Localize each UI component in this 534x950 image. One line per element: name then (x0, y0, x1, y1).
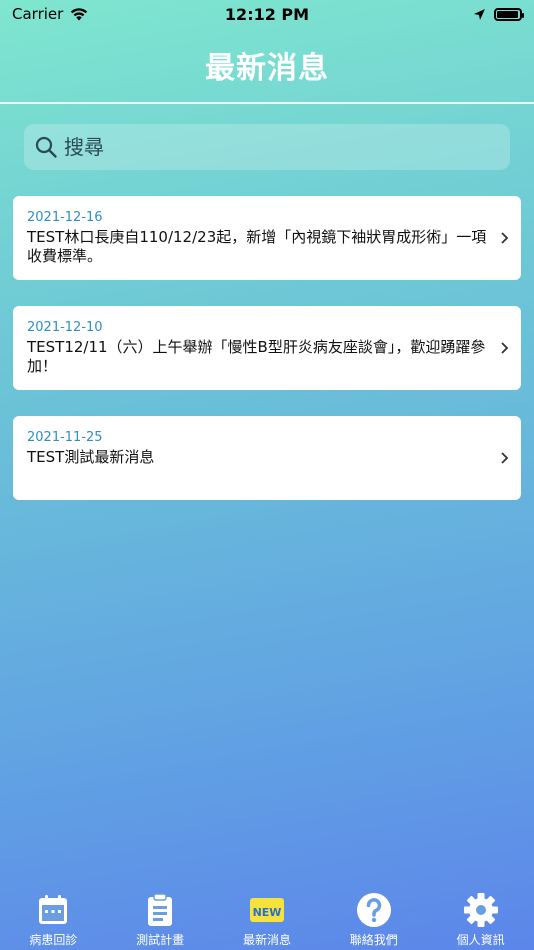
search-bar[interactable] (24, 124, 510, 170)
battery-icon (494, 7, 524, 21)
location-arrow-icon (474, 8, 485, 20)
chevron-right-icon (501, 342, 509, 354)
news-date: 2021-12-16 (27, 210, 103, 225)
tab-label: 測試計畫 (136, 933, 185, 947)
news-title: TEST12/11（六）上午舉辦「慢性B型肝炎病友座談會」，歡迎踴躍參加！ (27, 338, 486, 375)
news-date: 2021-12-10 (27, 320, 103, 335)
news-list: 2021-12-16 TEST林口長庚自110/12/23起，新增「內視鏡下袖狀… (13, 196, 521, 526)
chevron-right-icon (501, 232, 509, 244)
tab-personal-info[interactable]: 個人資訊 (428, 892, 534, 948)
tab-label: 聯絡我們 (349, 933, 398, 947)
tab-label: 最新消息 (242, 933, 291, 947)
search-input[interactable] (64, 135, 500, 159)
news-title: TEST林口長庚自110/12/23起，新增「內視鏡下袖狀胃成形術」一項收費標準… (27, 228, 487, 265)
battery-level (497, 10, 518, 18)
news-item[interactable]: 2021-11-25 TEST測試最新消息 (13, 416, 521, 500)
chevron-right-icon (501, 452, 509, 464)
header: 最新消息 (0, 28, 534, 104)
status-bar: Carrier 12:12 PM (0, 0, 534, 28)
gear-icon (463, 893, 498, 927)
new-badge-text: NEW (253, 906, 282, 919)
news-item[interactable]: 2021-12-16 TEST林口長庚自110/12/23起，新增「內視鏡下袖狀… (13, 196, 521, 280)
tab-bar: 病患回診 測試計畫 NEW 最新消息 聯絡我們 個人資訊 (0, 888, 534, 950)
tab-label: 病患回診 (29, 933, 78, 947)
clipboard-icon (148, 893, 173, 926)
carrier-label: Carrier (12, 5, 64, 23)
new-badge-icon: NEW (249, 898, 284, 922)
question-icon (356, 893, 391, 927)
news-item[interactable]: 2021-12-10 TEST12/11（六）上午舉辦「慢性B型肝炎病友座談會」… (13, 306, 521, 390)
news-date: 2021-11-25 (27, 430, 103, 445)
page-title: 最新消息 (205, 51, 329, 86)
search-icon (35, 136, 57, 158)
tab-patient-visit[interactable]: 病患回診 (0, 892, 106, 948)
calendar-icon (39, 895, 68, 924)
tab-contact-us[interactable]: 聯絡我們 (321, 892, 427, 948)
wifi-icon (71, 8, 88, 21)
tab-test-plan[interactable]: 測試計畫 (107, 892, 213, 948)
tab-latest-news[interactable]: NEW 最新消息 (214, 892, 320, 948)
news-title: TEST測試最新消息 (27, 448, 155, 466)
tab-label: 個人資訊 (456, 933, 505, 947)
